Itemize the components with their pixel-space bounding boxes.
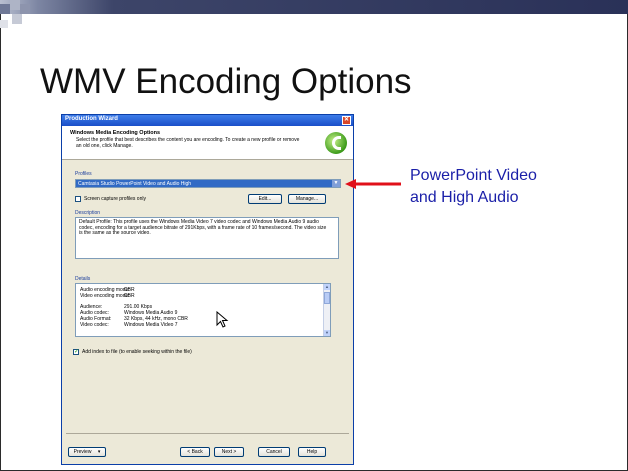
decorative-square	[0, 4, 10, 14]
add-index-label: Add index to file (to enable seeking wit…	[82, 349, 192, 355]
profile-dropdown-value: Camtasia Studio PowerPoint Video and Aud…	[78, 181, 192, 187]
details-row-value: CBR	[124, 293, 135, 299]
preview-button-label: Preview	[73, 449, 92, 455]
preview-button[interactable]: Preview ▾	[68, 447, 106, 457]
chevron-down-icon[interactable]: ▼	[332, 180, 340, 187]
dialog-header-title: Windows Media Encoding Options	[70, 130, 161, 136]
description-box: Default Profile: This profile uses the W…	[75, 217, 339, 259]
dialog-titlebar: Production Wizard ✕	[62, 115, 353, 126]
decorative-square	[0, 20, 8, 28]
dialog-header-description: Select the profile that best describes t…	[76, 137, 300, 149]
add-index-checkbox[interactable]	[73, 348, 79, 355]
description-label: Description	[75, 210, 101, 216]
mouse-cursor-icon	[216, 311, 229, 328]
annotation-line-1: PowerPoint Video	[410, 167, 537, 184]
description-text: Default Profile: This profile uses the W…	[79, 219, 327, 236]
annotation-line-2: and High Audio	[410, 189, 519, 206]
next-button[interactable]: Next >	[214, 447, 244, 457]
manage-button[interactable]: Manage...	[288, 194, 326, 204]
back-button[interactable]: < Back	[180, 447, 210, 457]
chevron-down-icon: ▾	[97, 449, 101, 455]
production-wizard-dialog: Production Wizard ✕ Windows Media Encodi…	[61, 114, 354, 465]
close-button[interactable]: ✕	[342, 116, 351, 125]
scroll-up-icon[interactable]: ▲	[324, 284, 330, 290]
details-scrollbar[interactable]: ▲ ▼	[323, 284, 330, 336]
details-box: Audio encoding mode: CBR Video encoding …	[75, 283, 331, 337]
decorative-square	[10, 0, 20, 10]
decorative-square	[12, 14, 22, 24]
details-label: Details	[75, 276, 91, 282]
help-button[interactable]: Help	[298, 447, 326, 457]
details-row-value: Windows Media Video 7	[124, 322, 178, 328]
red-arrow-icon	[345, 179, 401, 189]
decorative-square	[20, 4, 30, 14]
profile-dropdown[interactable]: Camtasia Studio PowerPoint Video and Aud…	[75, 179, 341, 188]
screen-capture-checkbox[interactable]	[75, 196, 81, 202]
footer-divider	[66, 433, 349, 434]
slide-header-bar	[0, 0, 628, 14]
cancel-button[interactable]: Cancel	[258, 447, 290, 457]
dialog-title: Production Wizard	[65, 116, 118, 122]
edit-button[interactable]: Edit...	[248, 194, 282, 204]
close-icon: ✕	[343, 117, 350, 123]
slide-title: WMV Encoding Options	[40, 62, 412, 101]
dialog-header: Windows Media Encoding Options Select th…	[62, 126, 353, 160]
details-row-label: Video encoding mode:	[80, 293, 130, 299]
annotation-label: PowerPoint Video and High Audio	[410, 165, 537, 209]
scroll-down-icon[interactable]: ▼	[324, 330, 330, 336]
screen-capture-label: Screen capture profiles only	[84, 196, 146, 202]
scroll-thumb[interactable]	[324, 292, 330, 304]
details-row-label: Video codec:	[80, 322, 109, 328]
profiles-label: Profiles	[75, 171, 92, 177]
camtasia-logo-icon	[325, 132, 347, 154]
